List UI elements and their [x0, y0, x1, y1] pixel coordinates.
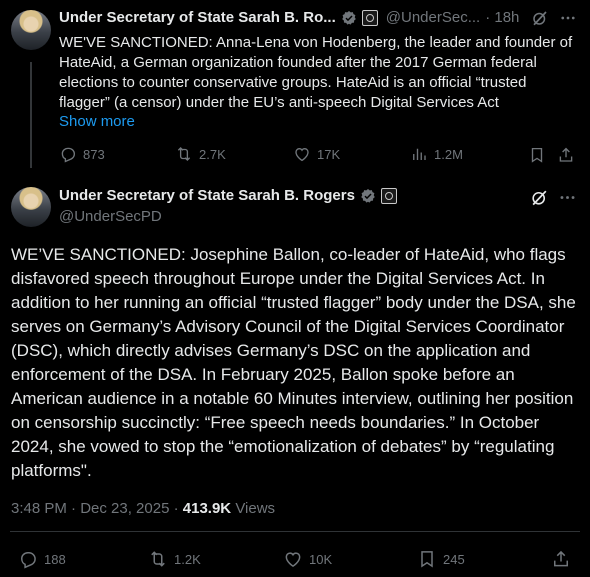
- repost-icon: [151, 551, 165, 567]
- share-icon[interactable]: [557, 146, 575, 164]
- view-count: 1.2M: [434, 146, 463, 162]
- reply-button-main[interactable]: 188: [18, 549, 66, 569]
- heart-icon: [285, 552, 301, 567]
- heart-icon: [295, 147, 309, 162]
- government-seal-icon: [361, 9, 378, 26]
- reply-icon: [61, 147, 76, 163]
- reply-button[interactable]: 873: [59, 145, 105, 163]
- like-button[interactable]: 17K: [293, 145, 340, 163]
- repost-icon: [177, 147, 191, 161]
- post-text: WE'VE SANCTIONED: Anna-Lena von Hodenber…: [59, 34, 573, 111]
- more-options-icon[interactable]: [559, 9, 577, 27]
- views-button[interactable]: 1.2M: [410, 145, 463, 163]
- reply-count: 873: [83, 146, 105, 162]
- analytics-icon: [413, 148, 426, 160]
- post-metadata: 3:48 PM · Dec 23, 2025 · 413.9K Views: [11, 500, 275, 517]
- repost-button[interactable]: 2.7K: [175, 145, 226, 163]
- more-options-icon[interactable]: [558, 188, 577, 207]
- grok-icon[interactable]: [530, 188, 549, 207]
- like-button-main[interactable]: 10K: [283, 549, 332, 569]
- post-timestamp[interactable]: 3:48 PM · Dec 23, 2025 ·: [11, 500, 179, 517]
- author-name-main[interactable]: Under Secretary of State Sarah B. Rogers: [59, 187, 355, 204]
- repost-count: 2.7K: [199, 146, 226, 162]
- like-count: 17K: [317, 146, 341, 162]
- verified-badge-icon: [341, 10, 356, 25]
- views-label: Views: [235, 500, 276, 517]
- author-handle-main[interactable]: @UnderSecPD: [59, 208, 162, 225]
- reply-count-main: 188: [44, 551, 66, 567]
- reply-icon: [20, 552, 36, 569]
- bookmark-icon[interactable]: [528, 146, 546, 164]
- post-time[interactable]: · 18h: [485, 9, 519, 26]
- like-count-main: 10K: [309, 551, 333, 567]
- government-seal-icon: [380, 187, 397, 204]
- author-name[interactable]: Under Secretary of State Sarah B. Ro...: [59, 9, 336, 26]
- author-avatar-main[interactable]: [11, 187, 51, 227]
- author-handle[interactable]: @UnderSec...: [386, 9, 480, 26]
- share-icon[interactable]: [551, 549, 571, 569]
- repost-button-main[interactable]: 1.2K: [148, 549, 201, 569]
- verified-badge-icon: [361, 188, 375, 203]
- repost-count-main: 1.2K: [174, 551, 201, 567]
- show-more-link[interactable]: Show more: [59, 113, 135, 130]
- bookmark-count-main: 245: [443, 551, 465, 567]
- views-count: 413.9K: [182, 500, 232, 517]
- thread-connector-line: [30, 62, 32, 168]
- bookmark-icon: [421, 551, 433, 568]
- divider: [10, 531, 580, 532]
- grok-icon[interactable]: [531, 9, 549, 27]
- author-avatar[interactable]: [11, 10, 51, 50]
- post-text-main: WE’VE SANCTIONED: Josephine Ballon, co-l…: [11, 245, 576, 480]
- bookmark-button-main[interactable]: 245: [417, 549, 465, 569]
